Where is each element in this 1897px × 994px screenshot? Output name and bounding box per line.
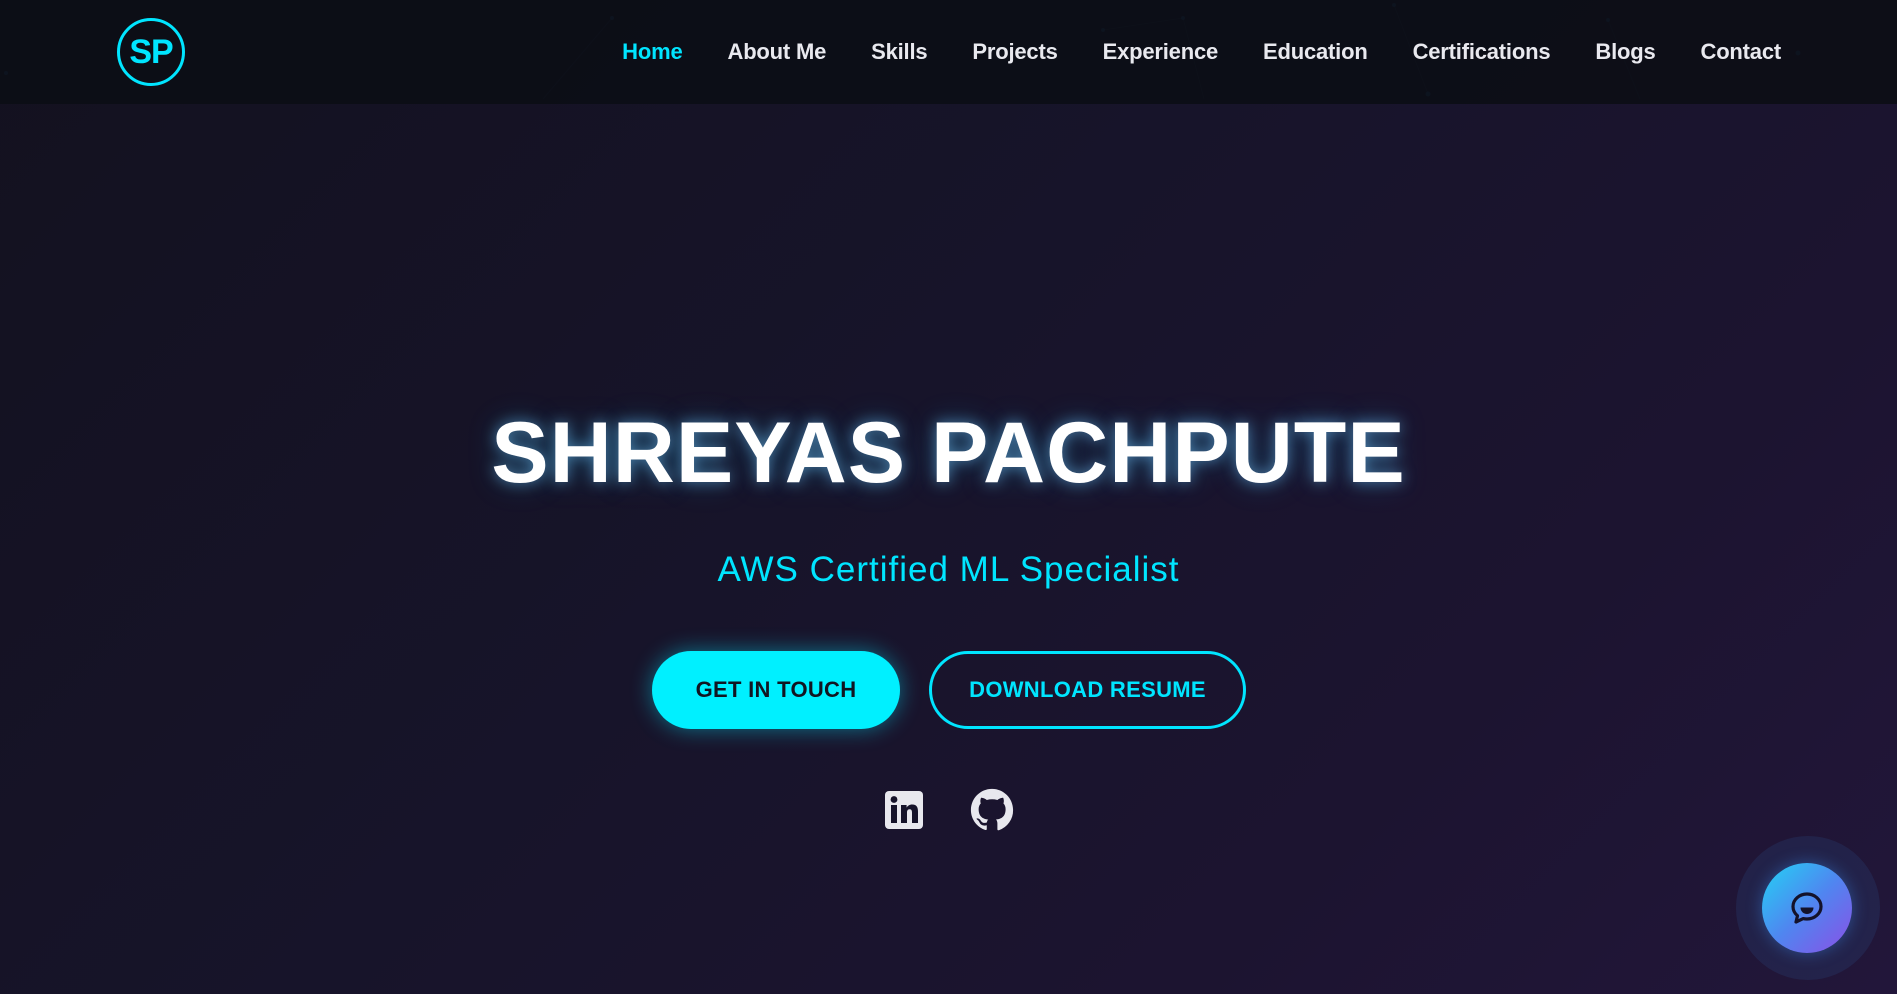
nav-item-about: About Me: [728, 39, 827, 65]
nav-item-certifications: Certifications: [1413, 39, 1551, 65]
nav-item-blogs: Blogs: [1595, 39, 1655, 65]
nav-link-home[interactable]: Home: [622, 39, 683, 64]
nav-item-home: Home: [622, 39, 683, 65]
nav-link-education[interactable]: Education: [1263, 39, 1368, 64]
logo[interactable]: SP: [117, 18, 185, 86]
nav-item-projects: Projects: [972, 39, 1057, 65]
nav-menu: Home About Me Skills Projects Experience…: [622, 0, 1781, 104]
logo-text: SP: [129, 32, 173, 71]
nav-link-certifications[interactable]: Certifications: [1413, 39, 1551, 64]
nav-link-blogs[interactable]: Blogs: [1595, 39, 1655, 64]
nav-link-about[interactable]: About Me: [728, 39, 827, 64]
hero-subtitle: AWS Certified ML Specialist: [717, 550, 1180, 589]
linkedin-icon[interactable]: [882, 788, 926, 832]
nav-link-contact[interactable]: Contact: [1701, 39, 1782, 64]
chat-bubble-icon: [1791, 892, 1823, 924]
download-resume-button[interactable]: DOWNLOAD RESUME: [929, 651, 1246, 729]
hero-section: SHREYAS PACHPUTE AWS Certified ML Specia…: [0, 104, 1897, 994]
hero-name: SHREYAS PACHPUTE: [491, 405, 1406, 501]
github-icon[interactable]: [970, 788, 1014, 832]
nav-item-education: Education: [1263, 39, 1368, 65]
nav-item-skills: Skills: [871, 39, 927, 65]
get-in-touch-button[interactable]: GET IN TOUCH: [652, 651, 900, 729]
nav-link-skills[interactable]: Skills: [871, 39, 927, 64]
chat-widget-button[interactable]: [1762, 863, 1852, 953]
nav-item-contact: Contact: [1701, 39, 1782, 65]
navbar: SP Home About Me Skills Projects Experie…: [0, 0, 1897, 104]
nav-link-projects[interactable]: Projects: [972, 39, 1057, 64]
nav-item-experience: Experience: [1103, 39, 1219, 65]
nav-link-experience[interactable]: Experience: [1103, 39, 1219, 64]
